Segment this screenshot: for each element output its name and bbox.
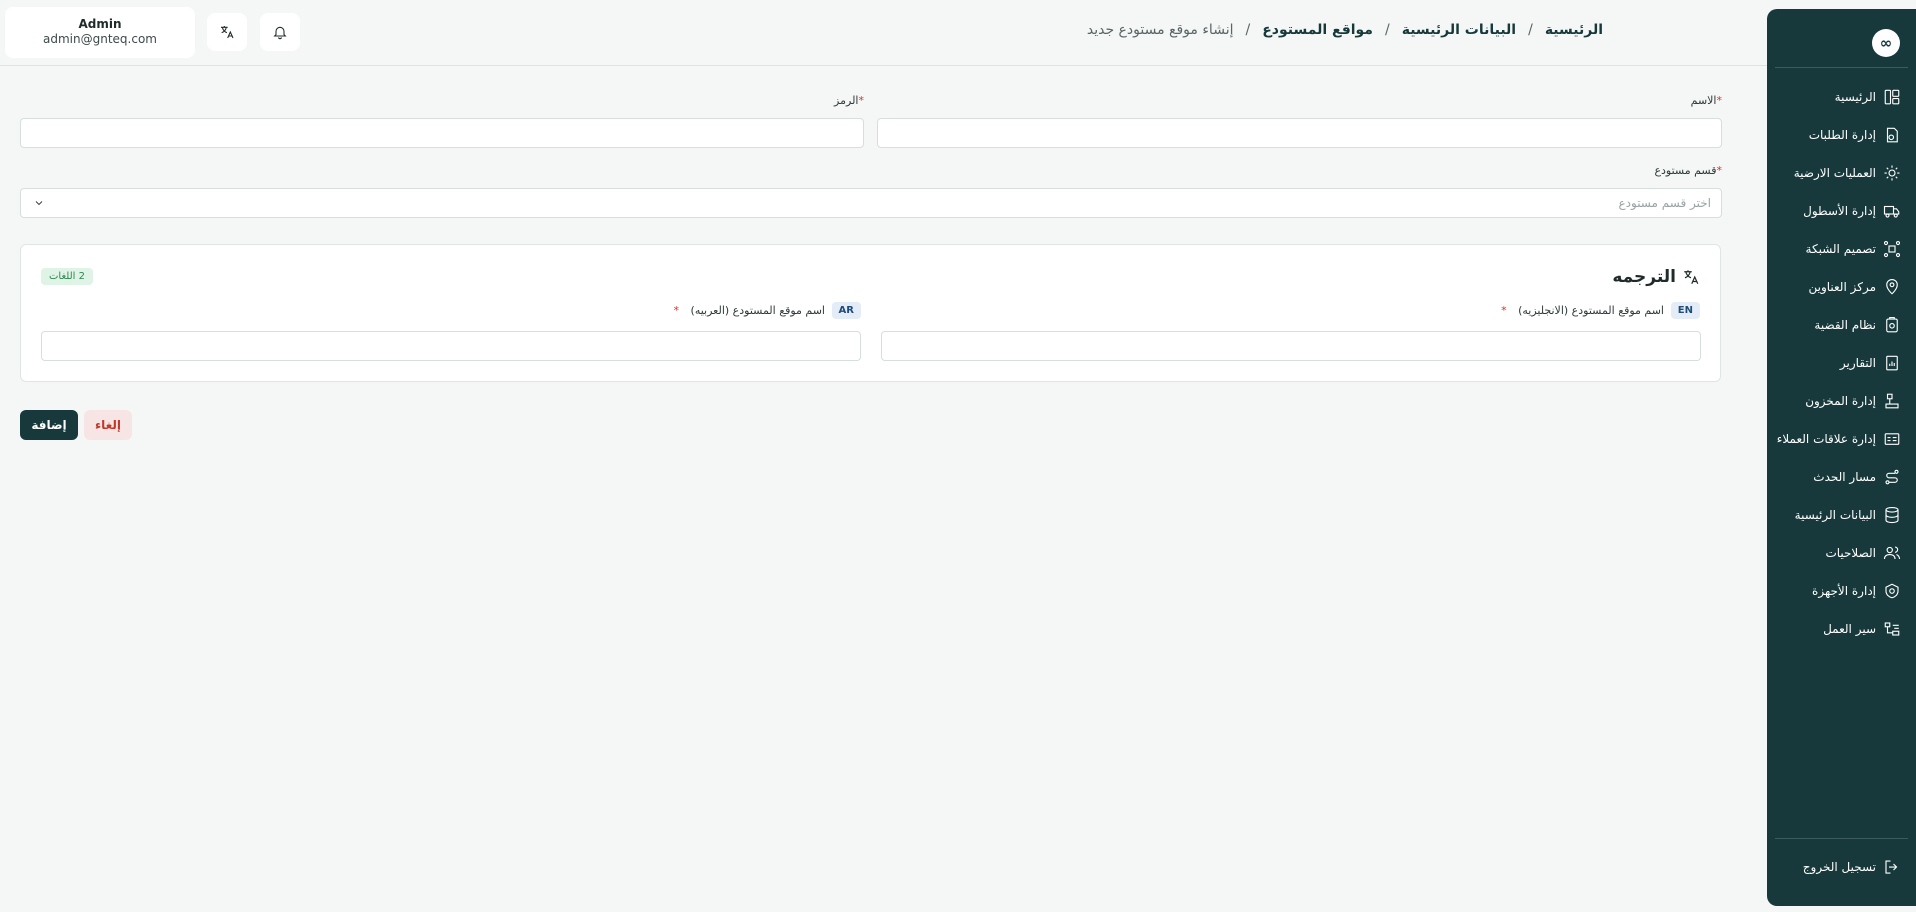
en-name-label: اسم موقع المستودع (الانجليزيه) * [1501,304,1664,317]
sidebar-item-inventory[interactable]: إدارة المخزون [1774,388,1902,414]
select-placeholder: اختر قسم مستودع [1618,196,1711,210]
name-input[interactable] [877,118,1722,148]
users-icon [1882,543,1902,563]
breadcrumb-current: إنشاء موقع مستودع جديد [1086,22,1234,38]
section-label: *قسم مستودع [1654,164,1722,177]
sidebar: ∞ الرئيسية إدارة الطلبات العمليات الارضي… [1767,9,1916,906]
breadcrumb-separator: / [1528,22,1533,38]
sidebar-item-label: نظام القضية [1814,318,1876,332]
sidebar-item-event-path[interactable]: مسار الحدث [1774,464,1902,490]
operations-icon [1882,163,1902,183]
sidebar-item-devices[interactable]: إدارة الأجهزة [1774,578,1902,604]
sidebar-divider-bottom [1775,838,1908,839]
sidebar-item-label: الصلاحيات [1825,546,1876,560]
user-email: admin@gnteq.com [43,32,157,46]
sidebar-item-address-center[interactable]: مركز العناوين [1774,274,1902,300]
sidebar-item-label: إدارة الأجهزة [1812,584,1876,598]
warehouse-section-select[interactable]: اختر قسم مستودع [20,188,1722,218]
required-mark: * [1716,94,1723,107]
required-mark: * [1716,164,1723,177]
sidebar-item-master-data[interactable]: البيانات الرئيسية [1774,502,1902,528]
orders-icon [1882,125,1902,145]
route-icon [1882,467,1902,487]
breadcrumb-separator: / [1384,22,1390,38]
sidebar-item-network-design[interactable]: تصميم الشبكة [1774,236,1902,262]
breadcrumb: الرئيسية / البيانات الرئيسية / مواقع الم… [1087,22,1603,38]
sidebar-item-crm[interactable]: إدارة علاقات العملاء [1774,426,1902,452]
notifications-button[interactable] [260,13,300,51]
inventory-icon [1882,391,1902,411]
sidebar-item-label: مركز العناوين [1808,280,1876,294]
network-icon [1882,239,1902,259]
sidebar-item-label: إدارة المخزون [1805,394,1876,408]
breadcrumb-home[interactable]: الرئيسية [1545,22,1603,38]
name-label: *الاسم [1691,94,1722,107]
bell-icon [272,24,288,40]
language-code-ar: AR [831,302,861,319]
ar-name-input[interactable] [41,331,861,361]
sidebar-item-home[interactable]: الرئيسية [1774,84,1902,110]
cancel-button[interactable]: إلغاء [84,410,132,440]
sidebar-item-reports[interactable]: التقارير [1774,350,1902,376]
crm-icon [1882,429,1902,449]
translate-icon [219,24,235,40]
breadcrumb-warehouse-locations[interactable]: مواقع المستودع [1262,22,1373,38]
section-label-text: قسم مستودع [1654,164,1717,177]
truck-icon [1882,201,1902,221]
sidebar-item-workflow[interactable]: سير العمل [1774,616,1902,642]
sidebar-item-label: إدارة الطلبات [1808,128,1876,142]
en-name-input[interactable] [881,331,1701,361]
required-mark: * [1501,304,1507,317]
logout-icon [1882,857,1902,877]
language-button[interactable] [207,13,247,51]
ar-name-label-text: اسم موقع المستودع (العربيه) [690,304,825,317]
sidebar-item-label: التقارير [1839,356,1876,370]
add-button[interactable]: إضافة [20,410,78,440]
app-logo[interactable]: ∞ [1872,29,1900,57]
required-mark: * [673,304,680,317]
sidebar-item-label: إدارة الأسطول [1803,204,1876,218]
languages-count-badge: 2 اللغات [41,268,93,285]
top-header: Admin admin@gnteq.com الرئيسية / البيانا… [0,0,1767,66]
code-input[interactable] [20,118,864,148]
workflow-icon [1882,619,1902,639]
logout-label: تسجيل الخروج [1802,860,1876,874]
name-label-text: الاسم [1690,94,1717,107]
translation-title-text: الترجمه [1612,267,1676,287]
chevron-down-icon [33,197,45,212]
language-code-en: EN [1670,302,1700,319]
sidebar-item-fleet[interactable]: إدارة الأسطول [1774,198,1902,224]
sidebar-item-case-system[interactable]: نظام القضية [1774,312,1902,338]
sidebar-item-label: الرئيسية [1834,90,1876,104]
code-label: *الرمز [834,94,864,107]
translate-icon [1682,268,1700,286]
sidebar-item-ground-operations[interactable]: العمليات الارضية [1774,160,1902,186]
sidebar-item-label: سير العمل [1823,622,1876,636]
sidebar-item-permissions[interactable]: الصلاحيات [1774,540,1902,566]
database-icon [1882,505,1902,525]
sidebar-item-orders[interactable]: إدارة الطلبات [1774,122,1902,148]
logout-button[interactable]: تسجيل الخروج [1774,854,1902,880]
sidebar-divider-top [1775,67,1908,68]
translation-title: الترجمه [1612,267,1700,287]
case-icon [1882,315,1902,335]
sidebar-item-label: العمليات الارضية [1793,166,1876,180]
breadcrumb-master-data[interactable]: البيانات الرئيسية [1402,22,1516,38]
report-icon [1882,353,1902,373]
sidebar-item-label: تصميم الشبكة [1805,242,1876,256]
dashboard-icon [1882,87,1902,107]
ar-name-label: اسم موقع المستودع (العربيه) * [674,304,825,317]
required-mark: * [858,94,865,107]
user-profile-card[interactable]: Admin admin@gnteq.com [5,7,195,58]
translation-card: الترجمه 2 اللغات EN اسم موقع المستودع (ا… [20,244,1721,382]
sidebar-item-label: إدارة علاقات العملاء [1776,432,1876,446]
sidebar-item-label: مسار الحدث [1813,470,1876,484]
device-icon [1882,581,1902,601]
user-name: Admin [78,17,122,31]
location-icon [1882,277,1902,297]
code-label-text: الرمز [834,94,859,107]
breadcrumb-separator: / [1245,22,1251,38]
en-name-label-text: اسم موقع المستودع (الانجليزيه) [1518,304,1664,317]
sidebar-item-label: البيانات الرئيسية [1794,508,1876,522]
